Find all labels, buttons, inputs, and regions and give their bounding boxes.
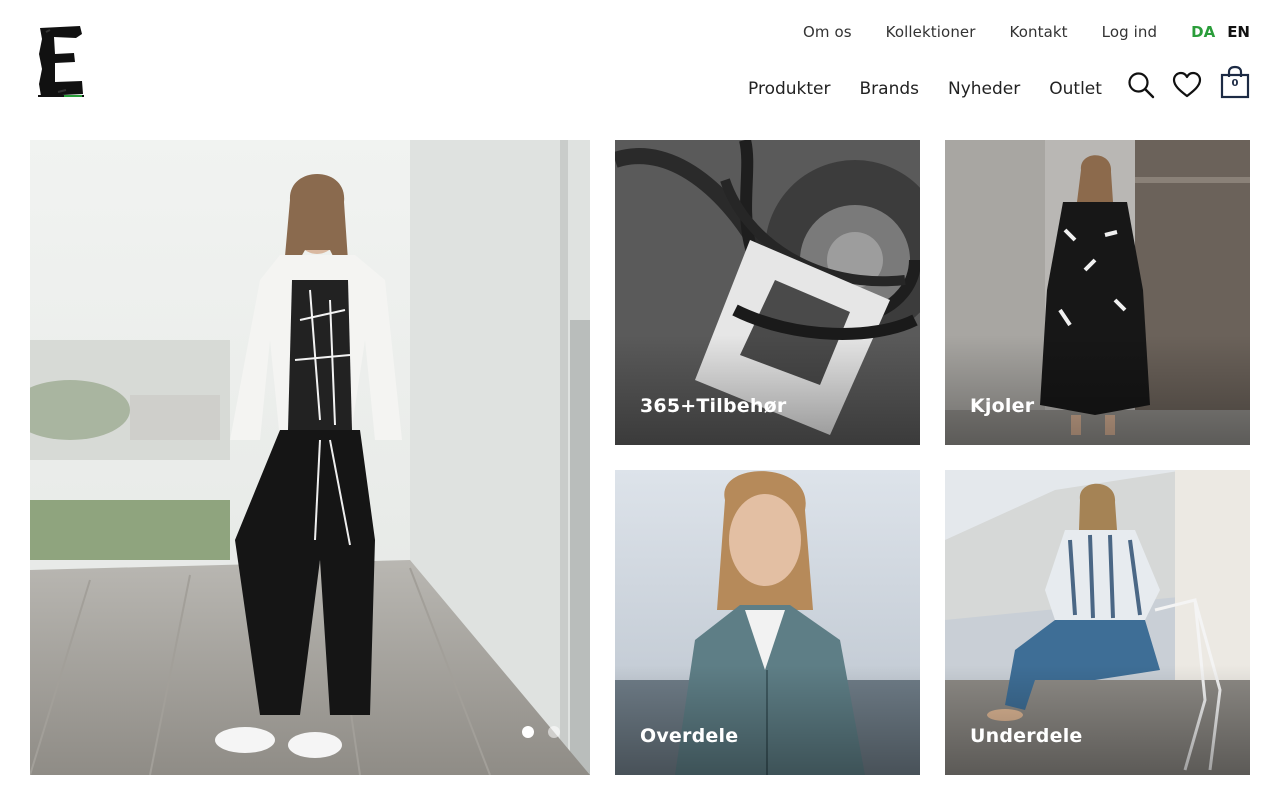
brand-logo[interactable] xyxy=(36,24,88,100)
cart-count: 0 xyxy=(1231,78,1239,89)
language-en[interactable]: EN xyxy=(1227,23,1250,41)
heart-icon xyxy=(1172,71,1202,98)
category-label: 365+Tilbehør xyxy=(640,395,787,417)
language-switcher: DA EN xyxy=(1191,23,1250,41)
wishlist-button[interactable] xyxy=(1170,68,1204,102)
tile-shade xyxy=(945,665,1250,775)
slider-dot-2[interactable] xyxy=(548,726,560,738)
category-label: Underdele xyxy=(970,725,1083,747)
search-icon xyxy=(1128,72,1155,99)
nav-outlet[interactable]: Outlet xyxy=(1049,79,1102,99)
top-navigation: Om os Kollektioner Kontakt Log ind DA EN xyxy=(803,23,1250,41)
hero-slider[interactable] xyxy=(30,140,590,775)
search-button[interactable] xyxy=(1124,68,1158,102)
nav-link-log-ind[interactable]: Log ind xyxy=(1102,23,1157,41)
tile-shade xyxy=(615,665,920,775)
category-tile-accessories[interactable]: 365+Tilbehør xyxy=(615,140,920,445)
nav-nyheder[interactable]: Nyheder xyxy=(948,79,1020,99)
category-tile-dresses[interactable]: Kjoler xyxy=(945,140,1250,445)
main-navigation: Produkter Brands Nyheder Outlet xyxy=(748,79,1131,99)
nav-produkter[interactable]: Produkter xyxy=(748,79,831,99)
category-tile-tops[interactable]: Overdele xyxy=(615,470,920,775)
slider-dot-1[interactable] xyxy=(522,726,534,738)
tile-shade xyxy=(615,335,920,445)
nav-brands[interactable]: Brands xyxy=(860,79,920,99)
nav-link-kollektioner[interactable]: Kollektioner xyxy=(886,23,976,41)
category-label: Overdele xyxy=(640,725,739,747)
category-label: Kjoler xyxy=(970,395,1035,417)
language-da[interactable]: DA xyxy=(1191,23,1215,41)
hero-image xyxy=(30,140,590,775)
nav-link-kontakt[interactable]: Kontakt xyxy=(1010,23,1068,41)
slider-pagination xyxy=(522,726,574,738)
category-tile-bottoms[interactable]: Underdele xyxy=(945,470,1250,775)
nav-link-om-os[interactable]: Om os xyxy=(803,23,852,41)
tile-shade xyxy=(945,335,1250,445)
cart-button[interactable]: 0 xyxy=(1218,64,1252,100)
